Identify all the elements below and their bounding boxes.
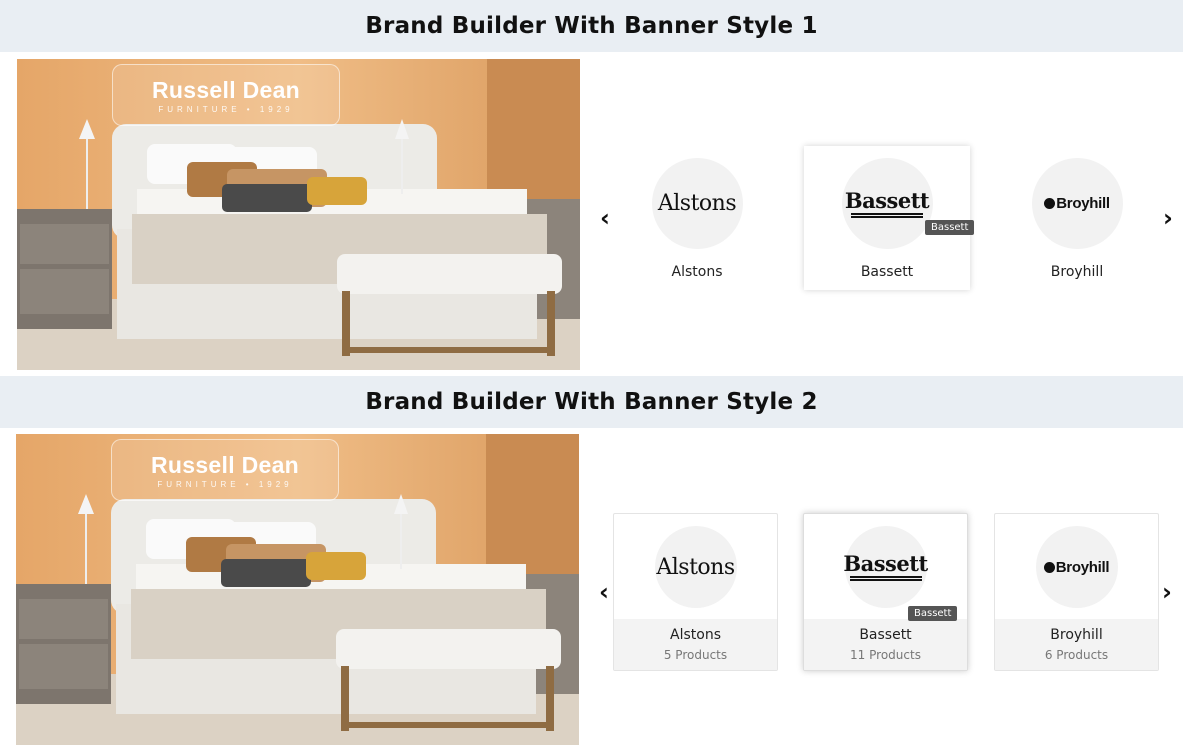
russell-dean-logo: Russell Dean FURNITURE • 1929: [112, 64, 340, 126]
brand-item-alstons[interactable]: Alstons Alstons: [614, 146, 780, 290]
brand-card-footer: Bassett 11 Products: [804, 619, 967, 670]
brand-logo: Alstons: [654, 526, 737, 608]
brand-card-alstons[interactable]: Alstons Alstons 5 Products: [613, 513, 778, 671]
product-count: 5 Products: [663, 648, 728, 662]
section-title: Brand Builder With Banner Style 1: [365, 13, 818, 39]
brand-logo: Broyhill: [1031, 158, 1123, 249]
chevron-right-icon: ›: [1162, 578, 1172, 606]
brand-tooltip: Bassett: [925, 220, 975, 235]
chevron-left-icon: ‹: [599, 578, 609, 606]
brand-name: Broyhill: [1050, 627, 1103, 643]
brand-card-footer: Alstons 5 Products: [614, 619, 777, 670]
section-title: Brand Builder With Banner Style 2: [365, 389, 818, 415]
carousel-prev-button[interactable]: ‹: [594, 580, 614, 604]
russell-dean-logo: Russell Dean FURNITURE • 1929: [111, 439, 339, 501]
carousel-next-button[interactable]: ›: [1158, 206, 1178, 230]
brand-logo: Alstons: [651, 158, 743, 249]
brand-name: Alstons: [670, 627, 721, 643]
brand-card-broyhill[interactable]: Broyhill Broyhill 6 Products: [994, 513, 1159, 671]
chevron-left-icon: ‹: [600, 204, 610, 232]
brand-name: Alstons: [671, 264, 723, 280]
section-header-style-2: Brand Builder With Banner Style 2: [0, 376, 1183, 428]
brand-logo: Bassett: [841, 158, 933, 249]
chevron-right-icon: ›: [1163, 204, 1173, 232]
brand-card-footer: Broyhill 6 Products: [995, 619, 1158, 670]
brand-tooltip: Bassett: [908, 606, 958, 621]
brand-item-bassett[interactable]: Bassett Bassett: [804, 146, 970, 290]
brand-name: Broyhill: [1050, 264, 1104, 280]
brand-logo: Broyhill: [1035, 526, 1118, 608]
broyhill-dot-icon: [1043, 561, 1055, 573]
brand-banner-image[interactable]: Russell Dean FURNITURE • 1929: [17, 59, 580, 370]
brand-logo: Bassett: [843, 526, 928, 608]
section-header-style-1: Brand Builder With Banner Style 1: [0, 0, 1183, 52]
carousel-prev-button[interactable]: ‹: [595, 206, 615, 230]
brand-card-bassett[interactable]: Bassett Bassett 11 Products: [803, 513, 968, 671]
brand-item-broyhill[interactable]: Broyhill Broyhill: [994, 146, 1160, 290]
brand-name: Bassett: [860, 264, 914, 280]
broyhill-dot-icon: [1044, 198, 1056, 209]
carousel-next-button[interactable]: ›: [1157, 580, 1177, 604]
product-count: 11 Products: [850, 648, 921, 662]
brand-banner-image[interactable]: Russell Dean FURNITURE • 1929: [16, 434, 579, 745]
brand-name: Bassett: [859, 627, 912, 643]
product-count: 6 Products: [1044, 648, 1109, 662]
